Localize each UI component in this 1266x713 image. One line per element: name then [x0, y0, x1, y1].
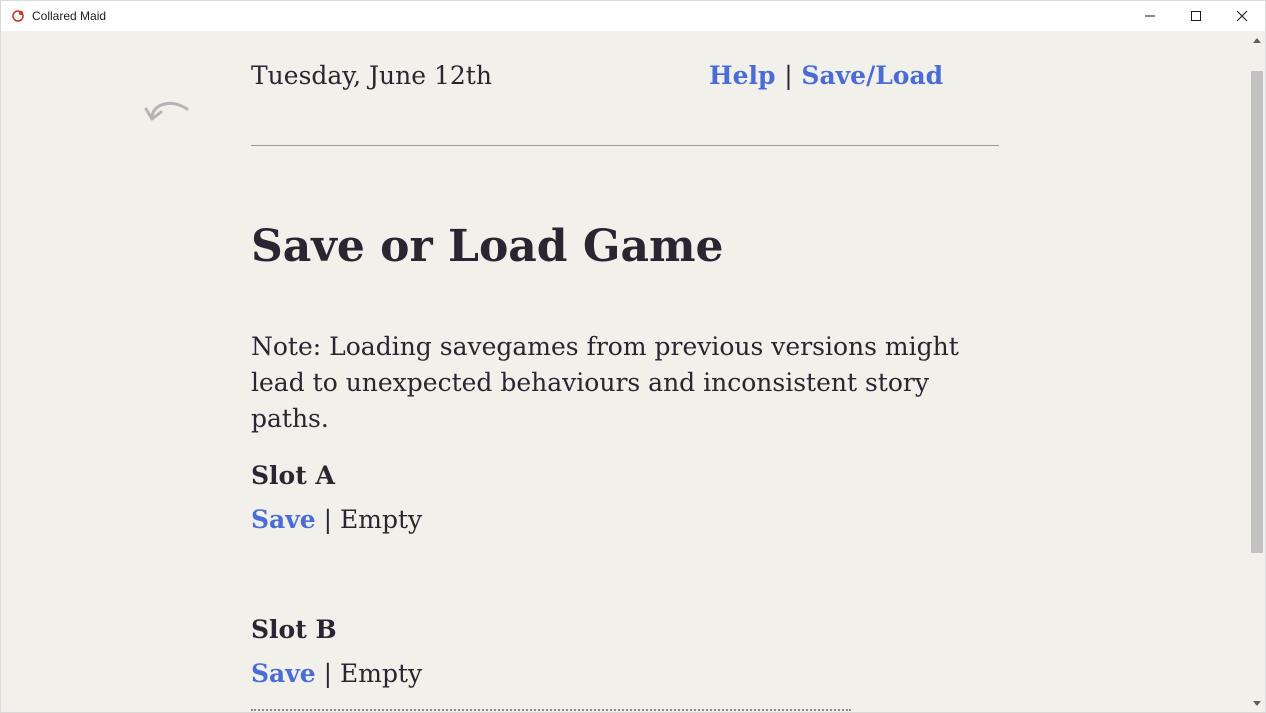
- game-content: Tuesday, June 12th Help | Save/Load Save…: [1, 31, 1249, 712]
- scrollbar-thumb[interactable]: [1251, 71, 1263, 553]
- nav-separator: |: [784, 61, 793, 90]
- help-link[interactable]: Help: [709, 61, 776, 90]
- app-icon: [11, 9, 25, 23]
- header-divider: [251, 145, 999, 146]
- maximize-button[interactable]: [1173, 1, 1219, 31]
- save-load-link[interactable]: Save/Load: [801, 61, 943, 90]
- slot-a-row: Save | Empty: [251, 505, 422, 534]
- current-date: Tuesday, June 12th: [251, 61, 492, 90]
- vertical-scrollbar[interactable]: [1249, 31, 1265, 712]
- app-window: Collared Maid Tuesday, June 12th Help | …: [0, 0, 1266, 713]
- slot-b-save-link[interactable]: Save: [251, 659, 316, 688]
- undo-arrow-icon: [144, 101, 189, 121]
- slot-a-status: Empty: [340, 505, 423, 534]
- minimize-icon: [1145, 15, 1155, 17]
- slot-a-save-link[interactable]: Save: [251, 505, 316, 534]
- page-title: Save or Load Game: [251, 221, 724, 272]
- slot-a-title: Slot A: [251, 461, 335, 490]
- back-button[interactable]: [143, 95, 193, 129]
- scroll-up-arrow-icon: [1253, 38, 1261, 43]
- scroll-down-arrow-icon: [1253, 701, 1261, 706]
- window-controls: [1127, 1, 1265, 31]
- scroll-down-button[interactable]: [1249, 697, 1265, 711]
- close-icon: [1236, 10, 1248, 22]
- slot-b-status: Empty: [340, 659, 423, 688]
- minimize-button[interactable]: [1127, 1, 1173, 31]
- slot-b-row: Save | Empty: [251, 659, 422, 688]
- scroll-up-button[interactable]: [1249, 33, 1265, 47]
- window-title: Collared Maid: [32, 9, 107, 23]
- version-note: Note: Loading savegames from previous ve…: [251, 332, 959, 433]
- header-nav: Help | Save/Load: [709, 61, 943, 90]
- slot-a-separator: |: [323, 505, 333, 534]
- slot-b-separator: |: [323, 659, 333, 688]
- cut-off-content: [251, 709, 851, 712]
- maximize-icon: [1191, 11, 1201, 21]
- title-bar[interactable]: Collared Maid: [1, 1, 1265, 31]
- slot-b-title: Slot B: [251, 615, 337, 644]
- close-button[interactable]: [1219, 1, 1265, 31]
